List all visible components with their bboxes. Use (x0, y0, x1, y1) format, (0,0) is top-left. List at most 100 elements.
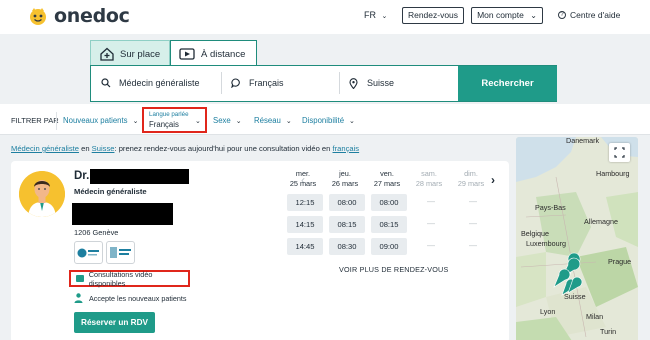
intro-connector: en (81, 144, 90, 153)
filter-language-caption: Langue parlée (149, 111, 189, 118)
field-divider (221, 72, 222, 94)
video-camera-icon (76, 275, 84, 282)
no-slot: — (469, 241, 477, 250)
location-value: Suisse (367, 78, 395, 88)
doctor-specialty: Médecin généraliste (74, 187, 147, 196)
filter-by-label: FILTRER PAR (11, 116, 59, 125)
no-slot: — (469, 197, 477, 206)
search-button[interactable]: Rechercher (458, 66, 557, 101)
filter-spoken-language[interactable]: Langue parlée Français ⌄ (142, 107, 207, 133)
video-call-icon (179, 48, 195, 60)
calendar-day: dim. 29 mars (446, 169, 496, 188)
my-account-button[interactable]: Mon compte ⌄ (471, 7, 543, 24)
time-slot[interactable]: 14:15 (287, 216, 323, 233)
filter-gender-label: Sexe (213, 116, 231, 125)
chevron-down-icon: ⌄ (235, 117, 242, 125)
time-slot[interactable]: 08:30 (329, 238, 365, 255)
time-slot[interactable]: 09:00 (371, 238, 407, 255)
time-slot[interactable]: 12:15 (287, 194, 323, 211)
time-slot[interactable]: 14:45 (287, 238, 323, 255)
filter-divider (56, 112, 57, 130)
day-name: dim. (464, 169, 478, 178)
intro-text: : prenez rendez-vous aujourd'hui pour un… (114, 144, 331, 153)
field-divider (339, 72, 340, 94)
chevron-down-icon: ⌄ (285, 117, 292, 125)
specialty-value: Médecin généraliste (119, 78, 200, 88)
help-center-link[interactable]: ? Centre d'aide (558, 10, 620, 20)
chevron-down-icon: ⌄ (132, 117, 139, 125)
tab-remote[interactable]: À distance (170, 40, 257, 67)
help-center-label: Centre d'aide (570, 10, 621, 20)
network-badge (74, 241, 103, 264)
onedoc-mascot-icon (30, 8, 46, 25)
network-badge (106, 241, 135, 264)
filter-network-label: Réseau (254, 116, 281, 125)
redacted-name (90, 169, 189, 184)
video-consultation-highlight: Consultations vidéo disponibles (69, 269, 190, 288)
results-map[interactable]: Danemark Hambourg Pays-Bas Allemagne Bel… (516, 137, 638, 340)
doctor-illustration-icon (19, 171, 65, 217)
language-link[interactable]: français (333, 144, 360, 153)
network-logo-icon (110, 247, 131, 258)
doctor-card: Dr. Médecin généraliste 1206 Genève Cons… (11, 161, 509, 340)
language-value: Français (249, 78, 284, 88)
time-slot[interactable]: 08:15 (371, 216, 407, 233)
search-section: Sur place À distance Médecin généraliste… (0, 34, 650, 102)
language-selector[interactable]: FR ⌄ (364, 10, 387, 20)
map-markers (553, 252, 583, 296)
day-date: 29 mars (457, 178, 485, 188)
filter-bar: FILTRER PAR Nouveaux patients ⌄ Sexe ⌄ R… (0, 104, 650, 135)
video-consultation-label: Consultations vidéo disponibles (88, 269, 153, 288)
location-input[interactable]: Suisse (349, 73, 394, 93)
location-pin-icon (349, 77, 358, 89)
doctor-address: 1206 Genève (74, 228, 119, 237)
chevron-down-icon: ⌄ (195, 118, 201, 125)
doctor-name[interactable]: Dr. (74, 170, 89, 182)
results-intro: Médecin généraliste en Suisse: prenez re… (11, 144, 359, 153)
language-input[interactable]: Français (231, 73, 284, 93)
filter-new-patients[interactable]: Nouveaux patients ⌄ (63, 116, 138, 125)
time-slot[interactable]: 08:15 (329, 216, 365, 233)
tab-in-person[interactable]: Sur place (90, 40, 170, 67)
network-logo-icon (77, 248, 99, 258)
time-slot[interactable]: 08:00 (371, 194, 407, 211)
person-icon (74, 293, 83, 303)
logo-text: onedoc (54, 5, 130, 27)
filter-language-value: Français (149, 120, 179, 129)
time-slot[interactable]: 08:00 (329, 194, 365, 211)
no-slot: — (469, 219, 477, 228)
home-plus-icon (100, 47, 114, 61)
filter-availability-label: Disponibilité (302, 116, 345, 125)
onedoc-logo[interactable]: onedoc (28, 5, 130, 27)
doctor-avatar (19, 171, 65, 217)
no-slot: — (427, 197, 435, 206)
appointments-button[interactable]: Rendez-vous (402, 7, 464, 24)
chevron-down-icon: ⌄ (381, 13, 388, 20)
no-slot: — (427, 219, 435, 228)
specialty-link[interactable]: Médecin généraliste (11, 144, 79, 153)
filter-availability[interactable]: Disponibilité ⌄ (302, 116, 355, 125)
expand-icon (614, 147, 625, 158)
filter-new-patients-label: Nouveaux patients (63, 116, 128, 125)
redacted-address (72, 203, 173, 225)
filter-gender[interactable]: Sexe ⌄ (213, 116, 242, 125)
filter-network[interactable]: Réseau ⌄ (254, 116, 292, 125)
book-appointment-button[interactable]: Réserver un RDV (74, 312, 155, 333)
my-account-label: Mon compte (477, 10, 524, 20)
help-icon: ? (558, 11, 566, 19)
new-patients-label: Accepte les nouveaux patients (89, 293, 187, 303)
no-slot: — (427, 241, 435, 250)
chevron-down-icon: ⌄ (530, 11, 537, 20)
chevron-down-icon: ⌄ (349, 117, 355, 125)
tab-remote-label: À distance (201, 48, 246, 60)
specialty-input[interactable]: Médecin généraliste (101, 73, 200, 93)
speech-bubble-icon (231, 78, 240, 88)
see-more-appointments-link[interactable]: VOIR PLUS DE RENDEZ-VOUS (339, 265, 448, 274)
fullscreen-map-button[interactable] (609, 143, 630, 162)
tab-in-person-label: Sur place (120, 48, 161, 60)
search-icon (101, 78, 111, 88)
language-code: FR (364, 10, 376, 20)
top-navigation-bar: onedoc FR ⌄ Rendez-vous Mon compte ⌄ ? C… (0, 0, 650, 34)
new-patients-info: Accepte les nouveaux patients (74, 293, 187, 303)
country-link[interactable]: Suisse (92, 144, 115, 153)
